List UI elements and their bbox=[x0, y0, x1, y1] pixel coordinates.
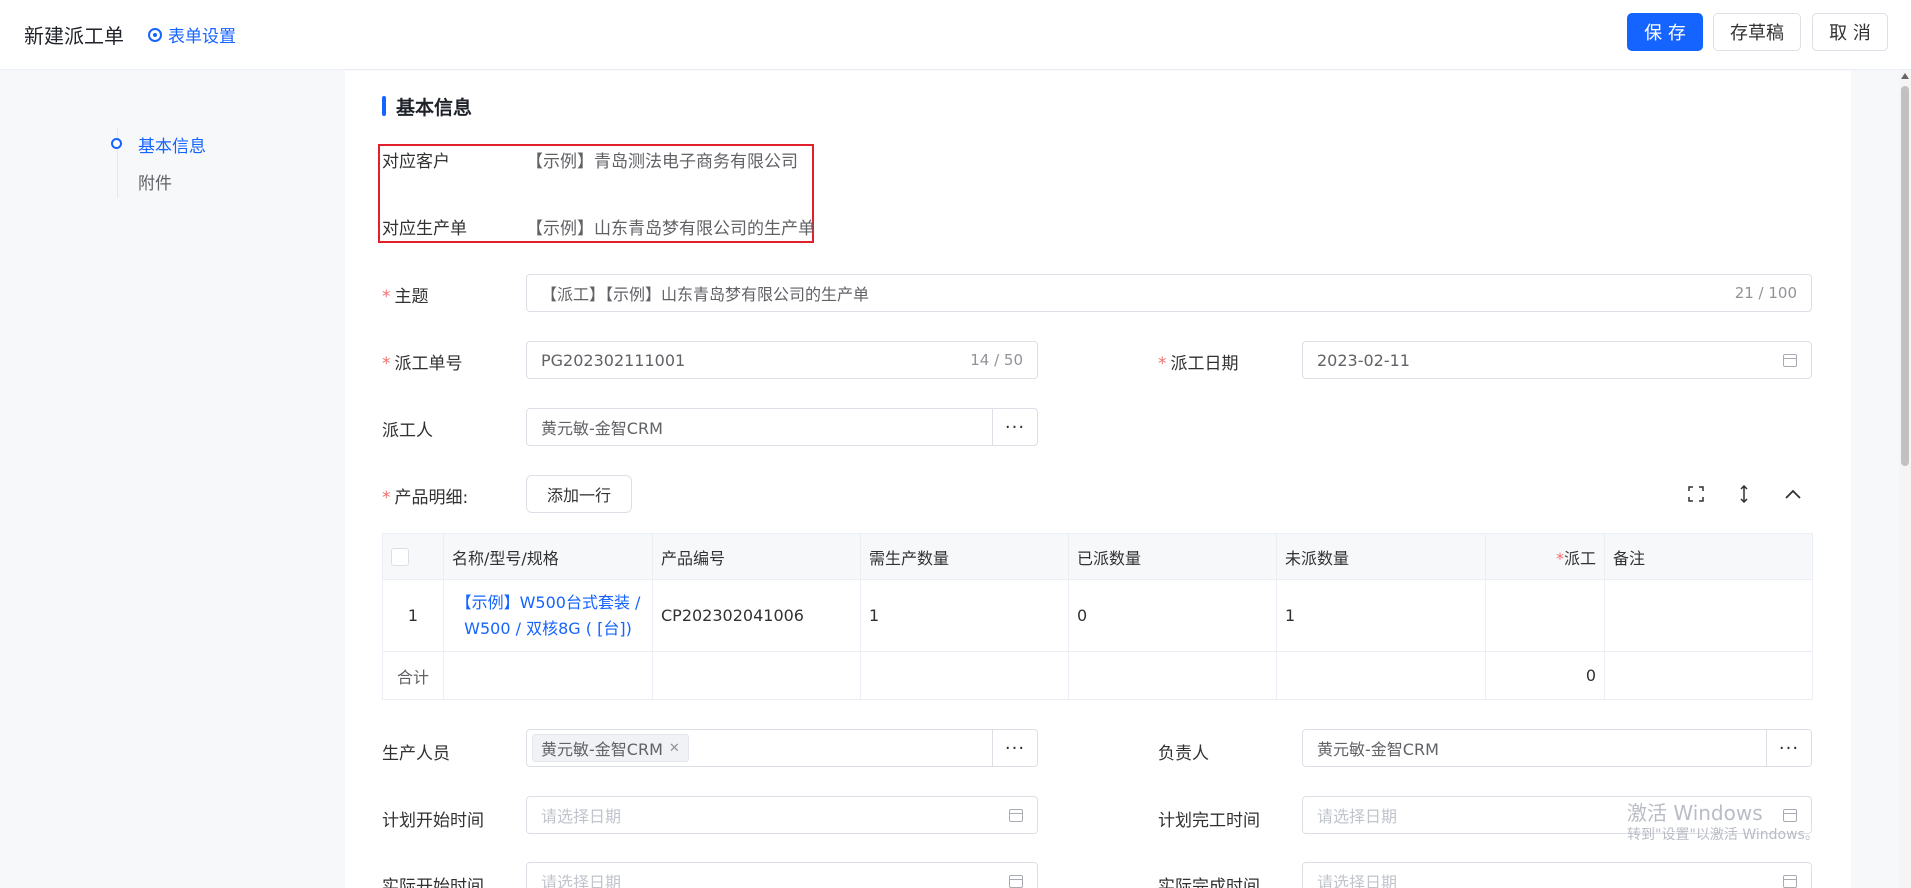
dispatcher-input[interactable]: 黄元敏-金智CRM bbox=[526, 408, 993, 446]
fullscreen-icon[interactable] bbox=[1686, 484, 1706, 504]
production-order-value: 【示例】山东青岛梦有限公司的生产单 bbox=[526, 219, 815, 239]
product-table: 名称/型号/规格 产品编号 需生产数量 已派数量 未派数量 *派工 备注 1 【… bbox=[382, 533, 1813, 700]
select-all-checkbox[interactable] bbox=[382, 533, 444, 580]
col-name: 名称/型号/规格 bbox=[443, 533, 653, 580]
dispatched-qty: 0 bbox=[1068, 579, 1277, 652]
row-height-icon[interactable] bbox=[1734, 484, 1754, 504]
col-code: 产品编号 bbox=[652, 533, 861, 580]
save-draft-button[interactable]: 存草稿 bbox=[1713, 13, 1801, 51]
summary-dispatch-total: 0 bbox=[1485, 651, 1605, 700]
owner-more-icon[interactable]: ··· bbox=[1766, 729, 1812, 767]
producer-tag: 黄元敏-金智CRM ✕ bbox=[532, 734, 689, 762]
dispatch-date-value: 2023-02-11 bbox=[1317, 350, 1410, 370]
summary-row: 合计 0 bbox=[382, 651, 1813, 700]
dispatch-cell[interactable] bbox=[1485, 579, 1605, 652]
subject-label: * 主题 bbox=[382, 287, 429, 307]
plan-start-placeholder: 请选择日期 bbox=[541, 807, 622, 826]
owner-label: 负责人 bbox=[1158, 744, 1209, 764]
table-row: 1 【示例】W500台式套装 / W500 / 双核8G ( [台]) CP20… bbox=[382, 579, 1813, 652]
product-name-link[interactable]: 【示例】W500台式套装 / W500 / 双核8G ( [台]) bbox=[443, 579, 653, 652]
customer-label: 对应客户 bbox=[382, 152, 450, 172]
summary-label: 合计 bbox=[382, 651, 444, 700]
add-row-button[interactable]: 添加一行 bbox=[526, 475, 632, 513]
calendar-icon bbox=[1783, 874, 1797, 888]
col-undispatched: 未派数量 bbox=[1276, 533, 1486, 580]
order-no-counter: 14 / 50 bbox=[970, 351, 1023, 369]
save-button[interactable]: 保 存 bbox=[1627, 13, 1703, 51]
order-no-input[interactable]: PG202302111001 14 / 50 bbox=[526, 341, 1038, 379]
subject-counter: 21 / 100 bbox=[1734, 284, 1797, 302]
order-no-value: PG202302111001 bbox=[541, 350, 686, 370]
product-code: CP202302041006 bbox=[652, 579, 861, 652]
scroll-thumb[interactable] bbox=[1901, 86, 1909, 466]
page-title: 新建派工单 bbox=[24, 24, 124, 48]
vertical-scrollbar[interactable] bbox=[1899, 70, 1911, 888]
subject-value: 【派工】【示例】山东青岛梦有限公司的生产单 bbox=[541, 285, 870, 304]
windows-watermark-sub: 转到"设置"以激活 Windows。 bbox=[1627, 827, 1819, 843]
scroll-up-icon[interactable] bbox=[1901, 73, 1909, 79]
actual-start-input[interactable]: 请选择日期 bbox=[526, 862, 1038, 888]
dispatcher-value: 黄元敏-金智CRM bbox=[541, 419, 663, 438]
row-index: 1 bbox=[382, 579, 444, 652]
owner-value: 黄元敏-金智CRM bbox=[1317, 740, 1439, 759]
dispatcher-more-icon[interactable]: ··· bbox=[992, 408, 1038, 446]
note-cell[interactable] bbox=[1604, 579, 1813, 652]
customer-value: 【示例】青岛测法电子商务有限公司 bbox=[526, 152, 798, 172]
dispatch-date-input[interactable]: 2023-02-11 bbox=[1302, 341, 1812, 379]
form-settings-link[interactable]: 表单设置 bbox=[148, 22, 236, 47]
section-title: 基本信息 bbox=[382, 93, 472, 120]
plan-end-label: 计划完工时间 bbox=[1158, 811, 1260, 831]
actual-end-placeholder: 请选择日期 bbox=[1317, 873, 1398, 888]
actual-start-label: 实际开始时间 bbox=[382, 877, 484, 888]
calendar-icon bbox=[1783, 808, 1797, 822]
actual-end-label: 实际完成时间 bbox=[1158, 877, 1260, 888]
col-dispatched: 已派数量 bbox=[1068, 533, 1277, 580]
actual-start-placeholder: 请选择日期 bbox=[541, 873, 622, 888]
cancel-button[interactable]: 取 消 bbox=[1812, 13, 1888, 51]
calendar-icon bbox=[1009, 874, 1023, 888]
calendar-icon bbox=[1009, 808, 1023, 822]
form-settings-label: 表单设置 bbox=[168, 27, 236, 47]
anchor-active-dot-icon bbox=[111, 138, 122, 149]
plan-start-input[interactable]: 请选择日期 bbox=[526, 796, 1038, 834]
producer-label: 生产人员 bbox=[382, 744, 450, 764]
collapse-icon[interactable] bbox=[1783, 484, 1803, 504]
production-order-label: 对应生产单 bbox=[382, 219, 467, 239]
col-dispatch: *派工 bbox=[1485, 533, 1605, 580]
actual-end-input[interactable]: 请选择日期 bbox=[1302, 862, 1812, 888]
tag-close-icon[interactable]: ✕ bbox=[669, 741, 680, 756]
col-note: 备注 bbox=[1604, 533, 1813, 580]
dispatcher-label: 派工人 bbox=[382, 421, 433, 441]
col-need: 需生产数量 bbox=[860, 533, 1069, 580]
table-header-row: 名称/型号/规格 产品编号 需生产数量 已派数量 未派数量 *派工 备注 bbox=[382, 533, 1813, 580]
producer-input[interactable]: 黄元敏-金智CRM ✕ bbox=[526, 729, 993, 767]
windows-watermark: 激活 Windows bbox=[1627, 801, 1763, 825]
plan-start-label: 计划开始时间 bbox=[382, 811, 484, 831]
plan-end-placeholder: 请选择日期 bbox=[1317, 807, 1398, 826]
dispatch-date-label: * 派工日期 bbox=[1158, 354, 1239, 374]
calendar-icon bbox=[1783, 353, 1797, 367]
anchor-item-basic-info[interactable]: 基本信息 bbox=[138, 132, 206, 157]
page-header: 新建派工单 表单设置 保 存 存草稿 取 消 bbox=[0, 0, 1911, 70]
order-no-label: * 派工单号 bbox=[382, 354, 463, 374]
owner-input[interactable]: 黄元敏-金智CRM bbox=[1302, 729, 1767, 767]
producer-more-icon[interactable]: ··· bbox=[992, 729, 1038, 767]
undispatched-qty: 1 bbox=[1276, 579, 1486, 652]
product-detail-label: * 产品明细: bbox=[382, 488, 469, 508]
need-qty: 1 bbox=[860, 579, 1069, 652]
anchor-item-attachments[interactable]: 附件 bbox=[138, 169, 172, 194]
subject-input[interactable]: 【派工】【示例】山东青岛梦有限公司的生产单 21 / 100 bbox=[526, 274, 1812, 312]
gear-icon bbox=[148, 27, 162, 42]
